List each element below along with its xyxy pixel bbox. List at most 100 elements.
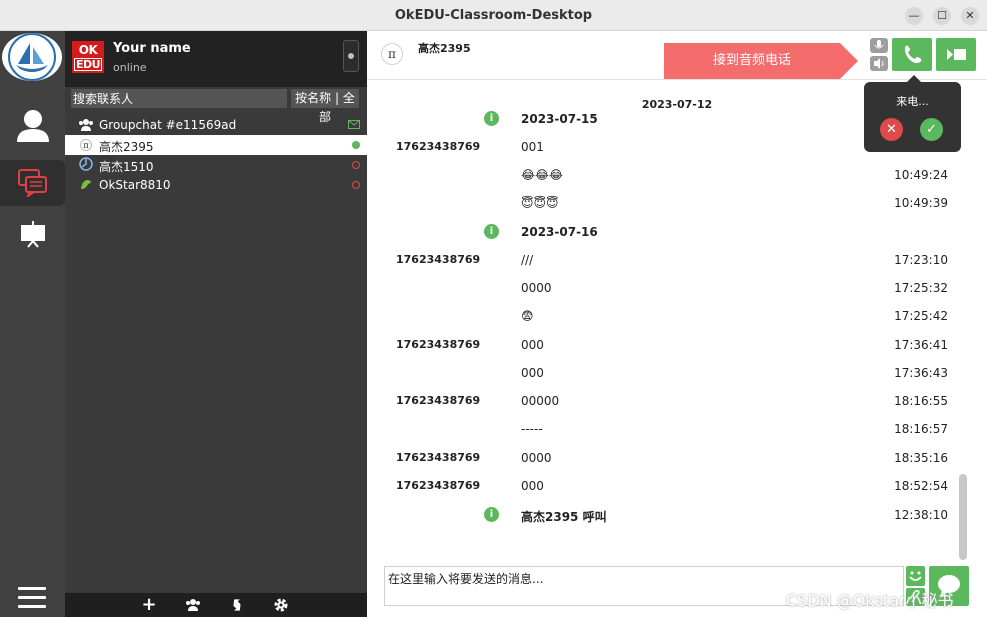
peer-avatar[interactable]: π: [381, 43, 403, 65]
message-text: 2023-07-15: [521, 112, 598, 126]
message-list: 2023-07-12 i 2023-07-15 17623438769 001 …: [367, 81, 987, 561]
message-text: 000: [521, 338, 544, 352]
message-row: i 2023-07-15: [367, 109, 967, 129]
title-bar: OkEDU-Classroom-Desktop — ☐ ✕: [0, 0, 987, 31]
message-text: 0000: [521, 281, 552, 295]
message-time: 17:36:43: [894, 366, 948, 380]
contact-item[interactable]: π 高杰2395: [65, 135, 367, 155]
offline-status-icon: [352, 161, 360, 169]
message-time: 18:35:16: [894, 451, 948, 465]
message-text: 2023-07-16: [521, 225, 598, 239]
presence-dot-icon: [348, 53, 354, 59]
nav-rail: [0, 31, 65, 617]
message-text: 高杰2395 呼叫: [521, 510, 607, 524]
message-sender: 17623438769: [396, 451, 481, 464]
microphone-icon[interactable]: [870, 38, 888, 53]
message-row: 17623438769 000 18:52:54: [367, 476, 967, 496]
chat-bubbles-icon: [17, 169, 47, 197]
contact-avatar-icon: [78, 157, 94, 173]
message-text: 00000: [521, 394, 560, 408]
contacts-panel: OK EDU Your name online 按名称 | 全部 Groupch…: [65, 31, 367, 617]
message-time: 18:52:54: [894, 479, 948, 493]
message-row: 😂😂😂 10:49:24: [367, 165, 967, 185]
message-row: 😇😇😇 10:49:39: [367, 193, 967, 213]
profile-status: online: [113, 61, 147, 74]
presence-toggle[interactable]: [343, 40, 359, 72]
dragon-avatar-icon: [78, 177, 94, 193]
message-sender: 17623438769: [396, 394, 481, 407]
close-button[interactable]: ✕: [961, 7, 979, 25]
settings-gear-icon[interactable]: [273, 597, 289, 613]
message-sender: 17623438769: [396, 338, 481, 351]
message-time: 18:16:57: [894, 422, 948, 436]
message-text: 0000: [521, 451, 552, 465]
message-sender: 17623438769: [396, 479, 481, 492]
peer-name: 高杰2395: [418, 42, 471, 55]
hamburger-menu-icon[interactable]: [18, 587, 46, 611]
message-row: 😨 17:25:42: [367, 306, 967, 326]
message-time: 17:25:42: [894, 309, 948, 323]
message-sender: 17623438769: [396, 253, 481, 266]
message-time: 18:16:55: [894, 394, 948, 408]
message-text: 000: [521, 479, 544, 493]
message-time: 12:38:10: [894, 508, 948, 522]
message-text: 😂😂😂: [521, 168, 564, 182]
contacts-toolbar: +: [65, 593, 367, 617]
minimize-button[interactable]: —: [905, 7, 923, 25]
contact-name: 高杰1510: [99, 160, 154, 174]
message-text: ///: [521, 253, 534, 267]
message-sender: 17623438769: [396, 140, 481, 153]
message-time: 17:36:41: [894, 338, 948, 352]
smiley-icon: [909, 571, 922, 581]
call-banner-text: 接到音频电话: [712, 53, 791, 68]
csdn-watermark: CSDN @Okstar小秘书: [786, 591, 954, 610]
message-scrollbar[interactable]: [959, 474, 967, 560]
maximize-button[interactable]: ☐: [933, 7, 951, 25]
message-row: i 2023-07-16: [367, 222, 967, 242]
message-row: 17623438769 0000 18:35:16: [367, 448, 967, 468]
info-icon: i: [484, 224, 499, 239]
message-text: 000: [521, 366, 544, 380]
chat-panel: π 高杰2395 接到音频电话 来电... ✕ ✓ 2023-07-12 i 2…: [367, 31, 987, 617]
message-time: 17:23:10: [894, 253, 948, 267]
pi-avatar-icon: π: [80, 139, 92, 151]
incoming-call-banner: 接到音频电话: [664, 43, 858, 79]
message-time: 10:49:24: [894, 168, 948, 182]
audio-call-button[interactable]: [892, 38, 932, 71]
emoji-button[interactable]: [906, 566, 925, 586]
transfer-icon[interactable]: [229, 597, 245, 613]
contact-search-input[interactable]: [71, 89, 287, 108]
message-row: ----- 18:16:57: [367, 419, 967, 439]
message-text: 001: [521, 140, 544, 154]
offline-status-icon: [352, 181, 360, 189]
window-title: OkEDU-Classroom-Desktop: [394, 8, 593, 23]
message-text: 😇😇😇: [521, 196, 559, 210]
contact-name: 高杰2395: [99, 140, 154, 154]
profile-header: OK EDU Your name online: [65, 31, 367, 87]
message-text: 😨: [521, 309, 534, 323]
message-text: -----: [521, 422, 543, 436]
video-call-button[interactable]: [936, 38, 976, 71]
message-time: 17:25:32: [894, 281, 948, 295]
message-time: 10:49:39: [894, 196, 948, 210]
message-row: 0000 17:25:32: [367, 278, 967, 298]
profile-name[interactable]: Your name: [113, 41, 191, 56]
chat-header: π 高杰2395 接到音频电话 来电... ✕ ✓: [367, 31, 987, 152]
user-icon: [16, 110, 49, 142]
classroom-nav-button[interactable]: [0, 211, 65, 257]
contact-name: OkStar8810: [99, 178, 171, 192]
profile-nav-button[interactable]: [0, 101, 65, 147]
contact-item[interactable]: Groupchat #e11569ad: [65, 115, 367, 135]
sort-filter-button[interactable]: 按名称 | 全部: [291, 89, 359, 124]
create-group-icon[interactable]: [185, 597, 201, 613]
phone-icon: [904, 45, 922, 64]
info-icon: i: [484, 111, 499, 126]
contact-item[interactable]: 高杰1510: [65, 155, 367, 175]
chat-nav-button[interactable]: [0, 160, 65, 206]
video-camera-icon: [947, 49, 966, 60]
message-row: 17623438769 /// 17:23:10: [367, 250, 967, 270]
contact-item[interactable]: OkStar8810: [65, 175, 367, 195]
add-contact-icon[interactable]: +: [141, 596, 157, 614]
speaker-icon[interactable]: [870, 56, 888, 71]
group-icon: [78, 117, 94, 133]
